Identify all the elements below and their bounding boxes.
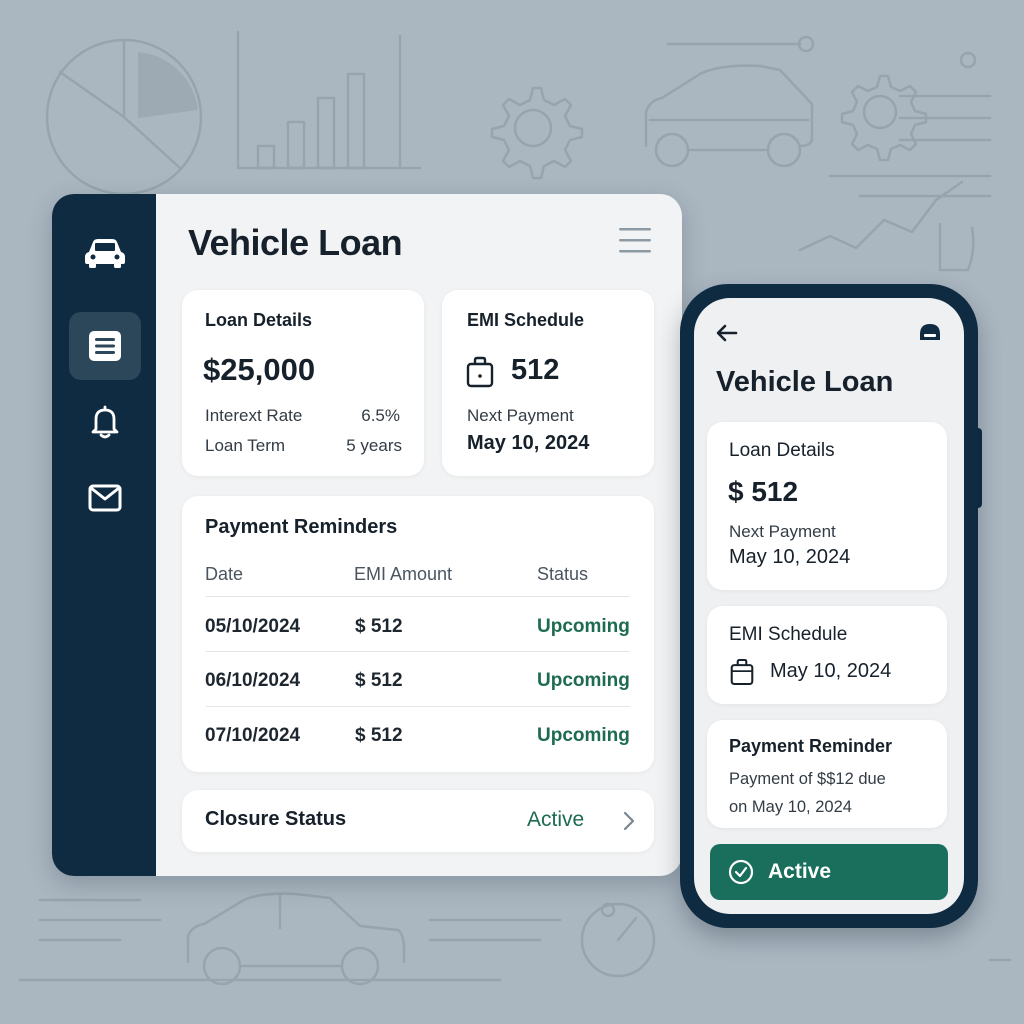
sidebar [52,194,156,876]
mobile-reminder-line-1: Payment of $$12 due [729,770,886,788]
row-status: Upcoming [537,616,630,637]
loan-details-title: Loan Details [205,310,313,330]
mobile-next-payment-date: May 10, 2024 [729,546,851,568]
bell-icon [91,405,119,439]
mobile-payment-reminder-title: Payment Reminder [729,736,893,756]
calendar-bag-icon [466,356,494,388]
page-title: Vehicle Loan [188,222,403,263]
row-date: 07/10/2024 [205,725,301,746]
car-outline-icon [644,64,814,168]
mobile-reminder-line-2: on May 10, 2024 [729,798,852,816]
closure-status-value: Active [527,808,585,831]
car-icon [85,239,125,268]
loan-term-value: 5 years [346,436,402,455]
sidebar-item-loan-details[interactable] [69,312,141,380]
row-amount: $ 512 [355,725,403,746]
row-status: Upcoming [537,725,630,746]
active-status-label: Active [768,860,832,883]
profile-icon[interactable] [918,322,942,342]
bar-chart-icon [236,30,422,170]
document-list-icon [89,331,121,361]
closure-status-card[interactable]: Closure Status Active [182,790,654,852]
column-header-date: Date [205,564,244,584]
mobile-loan-details-title: Loan Details [729,440,835,461]
loan-details-card: Loan Details $25,000 Interext Rate 6.5% … [182,290,424,476]
main-content: Vehicle Loan Loan Details $25,000 Intere… [156,194,682,876]
interest-rate-value: 6.5% [361,406,400,425]
loan-term-label: Loan Term [205,436,286,455]
calendar-bag-icon [730,658,754,686]
emi-schedule-title: EMI Schedule [467,310,585,330]
pie-chart-icon [45,38,203,196]
back-arrow-icon[interactable] [716,324,738,342]
sidebar-item-vehicle[interactable] [69,218,141,286]
row-status: Upcoming [537,670,630,691]
sidebar-item-notifications[interactable] [69,388,141,456]
chevron-right-icon[interactable] [622,810,636,832]
row-date: 05/10/2024 [205,616,301,637]
divider [206,651,630,652]
mobile-page-title: Vehicle Loan [716,366,894,398]
row-amount: $ 512 [355,616,403,637]
emi-schedule-card: EMI Schedule 512 Next Payment May 10, 20… [442,290,654,476]
payment-reminders-card: Payment Reminders Date EMI Amount Status… [182,496,654,772]
mobile-emi-date: May 10, 2024 [770,660,892,682]
mobile-payment-reminder-card[interactable]: Payment Reminder Payment of $$12 due on … [707,720,947,828]
mail-icon [88,484,122,512]
hamburger-menu-icon[interactable] [618,226,652,256]
mobile-emi-schedule-title: EMI Schedule [729,624,848,645]
mobile-phone: Vehicle Loan Loan Details $ 512 Next Pay… [680,284,978,928]
mobile-screen: Vehicle Loan Loan Details $ 512 Next Pay… [694,298,964,914]
next-payment-label: Next Payment [467,406,574,425]
column-header-emi-amount: EMI Amount [354,564,453,584]
mobile-emi-schedule-card[interactable]: EMI Schedule May 10, 2024 [707,606,947,704]
car-outline-icon-bottom [186,892,406,986]
active-status-button[interactable]: Active [710,844,948,900]
payment-reminders-title: Payment Reminders [205,516,398,538]
mobile-loan-amount: $ 512 [728,476,799,507]
column-header-status: Status [537,564,589,584]
desktop-window: Vehicle Loan Loan Details $25,000 Intere… [52,194,682,876]
divider [206,706,630,707]
loan-amount: $25,000 [203,352,316,387]
row-amount: $ 512 [355,670,403,691]
emi-value: 512 [511,354,560,386]
interest-rate-label: Interext Rate [205,406,303,425]
closure-status-label: Closure Status [205,808,347,830]
mobile-next-payment-label: Next Payment [729,522,836,541]
mobile-loan-details-card: Loan Details $ 512 Next Payment May 10, … [707,422,947,590]
gauge-icon [580,902,656,978]
next-payment-date: May 10, 2024 [467,432,590,454]
sidebar-item-messages[interactable] [69,464,141,532]
check-circle-icon [728,859,754,885]
divider [206,596,630,597]
gear-icon [490,86,584,180]
row-date: 06/10/2024 [205,670,301,691]
